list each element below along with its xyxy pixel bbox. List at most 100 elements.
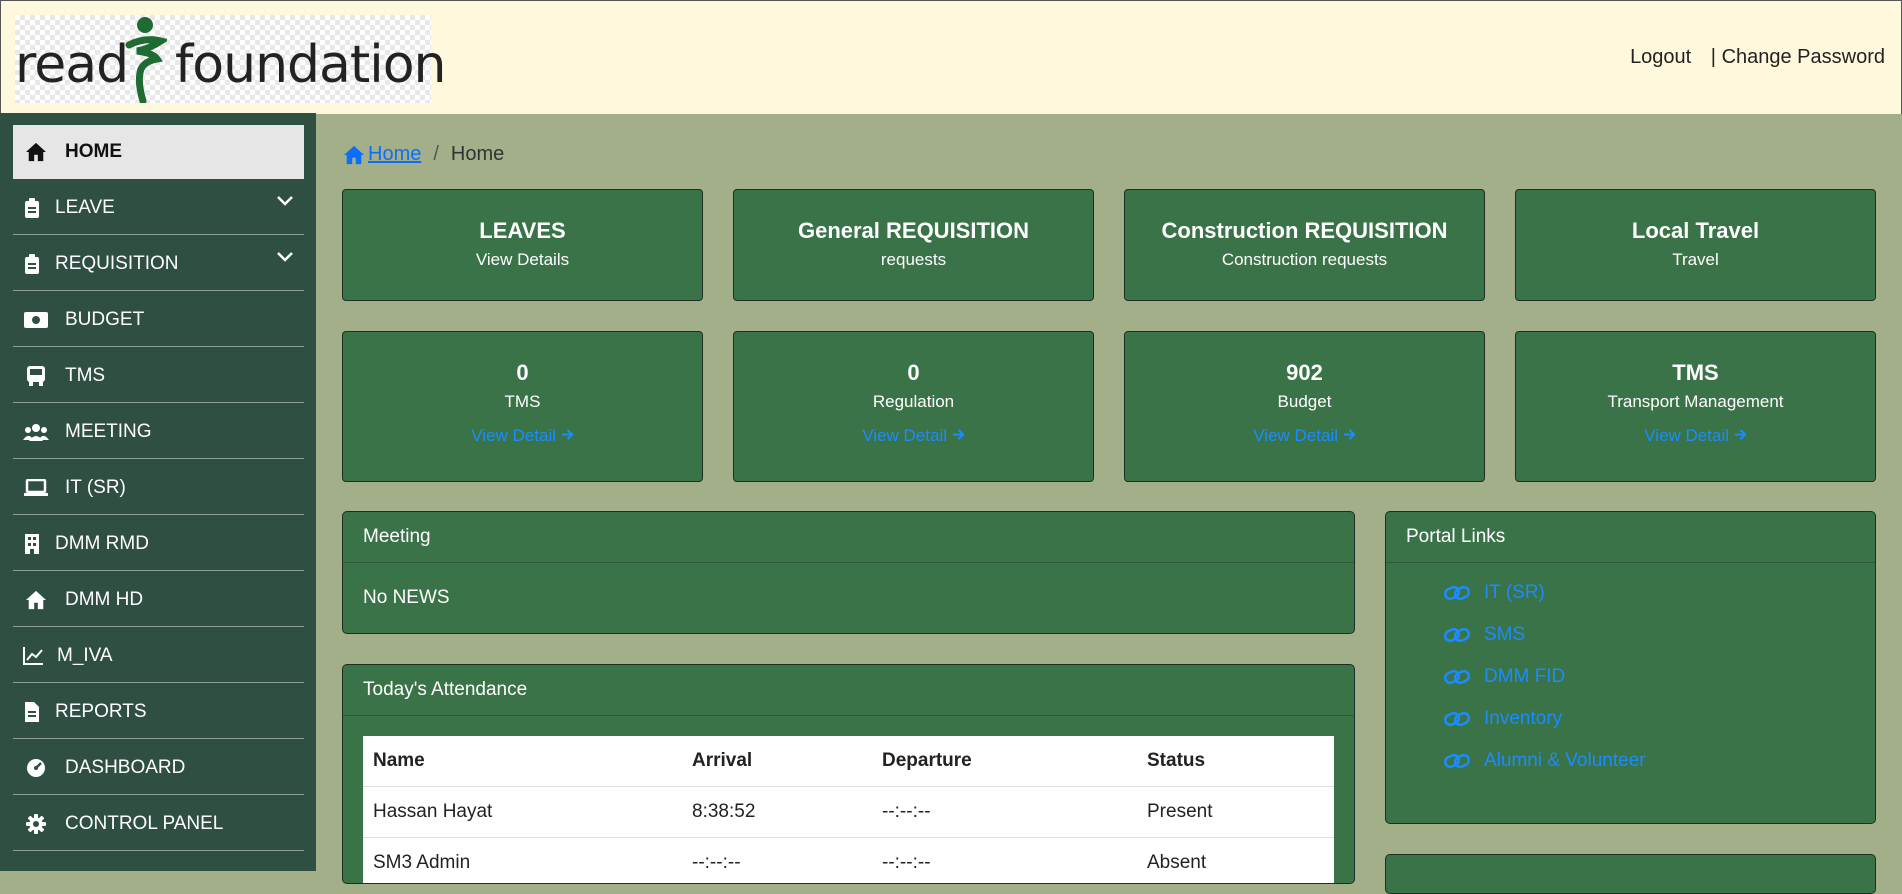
card-subtitle: requests [880, 250, 947, 269]
home-icon [23, 589, 49, 611]
sidebar-item-home[interactable]: HOME [13, 125, 304, 179]
stat-card-budget: 902 Budget View Detail [1124, 331, 1485, 482]
building-icon [23, 533, 41, 555]
card-title: Construction REQUISITION [1161, 218, 1448, 243]
sidebar: HOME LEAVE REQUISITION BUDGET TMS MEETIN… [0, 113, 316, 871]
home-icon [23, 141, 49, 163]
home-icon [344, 145, 364, 164]
chevron-down-icon[interactable] [276, 251, 294, 263]
column-header: Arrival [682, 736, 872, 787]
link-icon [1444, 711, 1470, 727]
sidebar-item-label: DMM RMD [55, 532, 149, 554]
card-subtitle: Travel [1672, 250, 1719, 269]
logo-text-foundation: foundation [175, 35, 447, 95]
arrow-right-icon [952, 429, 965, 440]
secondary-panel [1385, 854, 1876, 894]
sidebar-item-budget[interactable]: BUDGET [13, 293, 304, 347]
main-content: Home / Home LEAVES View Details General … [316, 113, 1902, 894]
sidebar-item-dmm-hd[interactable]: DMM HD [13, 573, 304, 627]
sidebar-item-requisition[interactable]: REQUISITION [13, 237, 304, 291]
stat-card-tms: 0 TMS View Detail [342, 331, 703, 482]
attendance-panel: Today's Attendance Name Arrival Departur… [342, 664, 1355, 884]
sidebar-item-label: TMS [65, 364, 106, 386]
card-local-travel[interactable]: Local Travel Travel [1515, 189, 1876, 301]
sidebar-item-label: IT (SR) [65, 476, 126, 498]
attendance-table-wrap: Name Arrival Departure Status Hassan Hay… [363, 736, 1334, 883]
sidebar-item-control-panel[interactable]: CONTROL PANEL [13, 797, 304, 851]
view-detail-link[interactable]: View Detail [1516, 426, 1875, 446]
portal-link-it-sr[interactable]: IT (SR) [1386, 572, 1875, 614]
stat-label: Budget [1277, 392, 1332, 411]
sidebar-item-meeting[interactable]: MEETING [13, 405, 304, 459]
view-detail-link[interactable]: View Detail [1125, 426, 1484, 446]
sidebar-item-it-sr[interactable]: IT (SR) [13, 461, 304, 515]
arrow-right-icon [1734, 429, 1747, 440]
portal-link-dmm-fid[interactable]: DMM FID [1386, 656, 1875, 698]
clipboard-icon [23, 197, 41, 219]
card-leaves[interactable]: LEAVES View Details [342, 189, 703, 301]
attendance-table: Name Arrival Departure Status Hassan Hay… [363, 736, 1334, 883]
sidebar-item-reports[interactable]: REPORTS [13, 685, 304, 739]
sidebar-item-leave[interactable]: LEAVE [13, 181, 304, 235]
portal-link-sms[interactable]: SMS [1386, 614, 1875, 656]
link-icon [1444, 585, 1470, 601]
chart-line-icon [23, 645, 43, 667]
stat-label: TMS [504, 392, 541, 411]
card-general-requisition[interactable]: General REQUISITION requests [733, 189, 1094, 301]
chevron-down-icon[interactable] [276, 195, 294, 207]
separator: | [1710, 46, 1716, 68]
meeting-body: No NEWS [363, 587, 450, 608]
arrow-right-icon [561, 429, 574, 440]
header-links: Logout | Change Password [1630, 46, 1885, 69]
arrow-right-icon [1343, 429, 1356, 440]
bus-icon [23, 365, 49, 387]
card-title: Local Travel [1631, 218, 1760, 243]
sidebar-item-dashboard[interactable]: DASHBOARD [13, 741, 304, 795]
clipboard-icon [23, 253, 41, 275]
breadcrumb-divider: / [433, 143, 439, 165]
cell-status: Present [1137, 786, 1334, 838]
cell-departure: --:--:-- [872, 786, 1137, 838]
column-header: Name [363, 736, 682, 787]
cell-arrival: --:--:-- [682, 837, 872, 883]
sidebar-item-dmm-rmd[interactable]: DMM RMD [13, 517, 304, 571]
portal-links-panel: Portal Links IT (SR) SMS DMM FID Invento… [1385, 511, 1876, 824]
logout-link[interactable]: Logout [1630, 46, 1691, 68]
table-header-row: Name Arrival Departure Status [363, 736, 1334, 787]
sidebar-item-label: REQUISITION [55, 252, 179, 274]
view-detail-link[interactable]: View Detail [343, 426, 702, 446]
portal-links-list: IT (SR) SMS DMM FID Inventory Alumni & V… [1386, 563, 1875, 782]
stat-value: 902 [1286, 360, 1323, 385]
stat-card-regulation: 0 Regulation View Detail [733, 331, 1094, 482]
sidebar-item-tms[interactable]: TMS [13, 349, 304, 403]
breadcrumb: Home / Home [342, 143, 504, 166]
read-foundation-logo[interactable]: read foundation [15, 15, 447, 103]
sidebar-item-label: M_IVA [57, 644, 113, 666]
users-icon [23, 421, 49, 443]
view-detail-link[interactable]: View Detail [734, 426, 1093, 446]
portal-link-inventory[interactable]: Inventory [1386, 698, 1875, 740]
table-row: Hassan Hayat 8:38:52 --:--:-- Present [363, 786, 1334, 838]
change-password-link[interactable]: Change Password [1722, 46, 1885, 68]
sidebar-item-label: CONTROL PANEL [65, 812, 224, 834]
money-icon [23, 309, 49, 331]
cell-departure: --:--:-- [872, 837, 1137, 883]
stat-value: TMS [1672, 360, 1719, 385]
panel-title: Meeting [343, 512, 1354, 563]
cell-arrival: 8:38:52 [682, 786, 872, 838]
sidebar-item-m-iva[interactable]: M_IVA [13, 629, 304, 683]
laptop-icon [23, 477, 49, 499]
link-icon [1444, 669, 1470, 685]
card-title: LEAVES [479, 218, 566, 243]
stat-label: Transport Management [1607, 392, 1784, 411]
meeting-panel: Meeting No NEWS [342, 511, 1355, 634]
sidebar-item-label: REPORTS [55, 700, 147, 722]
link-icon [1444, 753, 1470, 769]
breadcrumb-current: Home [450, 143, 505, 165]
portal-link-alumni-volunteer[interactable]: Alumni & Volunteer [1386, 740, 1875, 782]
table-row: SM3 Admin --:--:-- --:--:-- Absent [363, 837, 1334, 883]
breadcrumb-home-link[interactable]: Home [342, 143, 421, 166]
sidebar-item-label: MEETING [65, 420, 152, 442]
top-header: read foundation Logout | Change Password [0, 0, 1902, 114]
card-construction-requisition[interactable]: Construction REQUISITION Construction re… [1124, 189, 1485, 301]
